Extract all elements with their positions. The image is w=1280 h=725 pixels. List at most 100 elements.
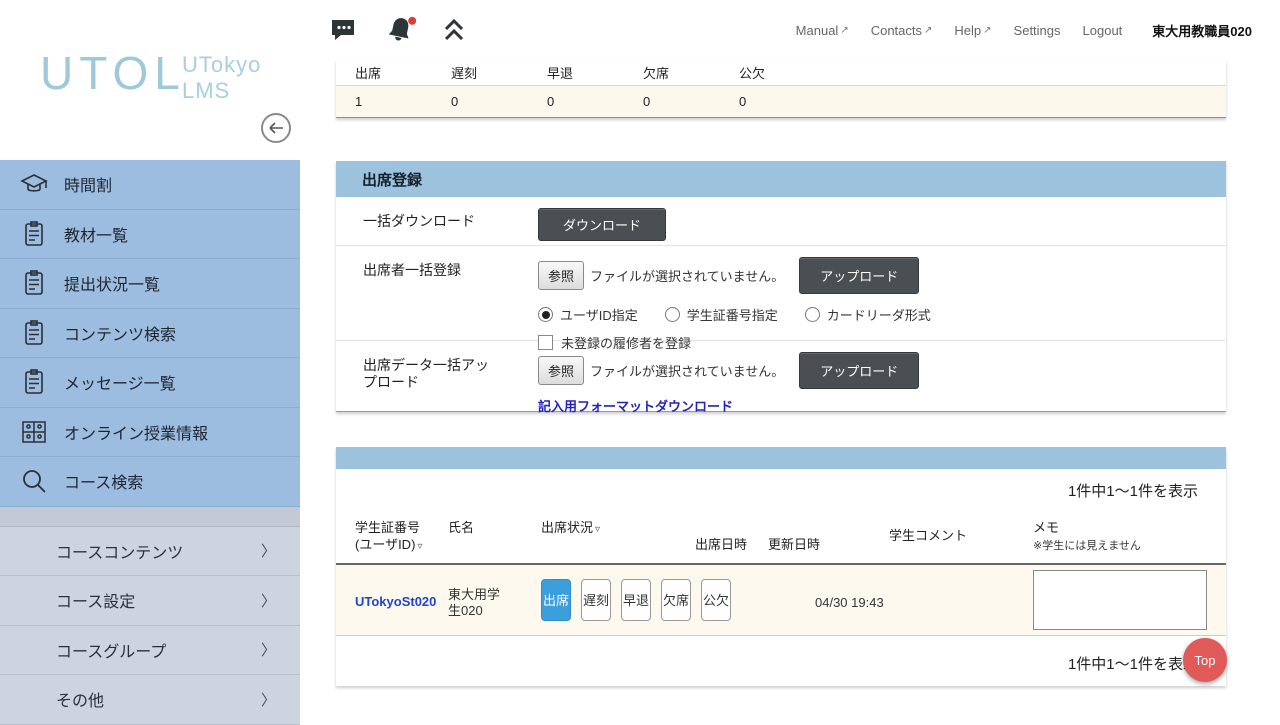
- chat-button[interactable]: [330, 18, 356, 42]
- students-table-section: 1件中1〜1件を表示 学生証番号 (ユーザID)▿ 氏名 出席状況▿ 出席日時 …: [336, 447, 1226, 686]
- status-button-present[interactable]: 出席: [541, 579, 571, 621]
- timetable-icon: [19, 169, 49, 199]
- scroll-to-top-button[interactable]: Top: [1183, 638, 1227, 682]
- column-header-status[interactable]: 出席状況▿: [530, 505, 688, 563]
- chevron-right-icon: 〉: [261, 639, 276, 660]
- status-button-absent[interactable]: 欠席: [661, 579, 691, 621]
- chevron-right-icon: 〉: [261, 689, 276, 710]
- sidebar-item-online-class[interactable]: オンライン授業情報: [0, 408, 300, 458]
- submissions-icon: [19, 268, 49, 298]
- download-button[interactable]: ダウンロード: [538, 208, 666, 241]
- status-button-early-leave[interactable]: 早退: [621, 579, 651, 621]
- bulk-register-row: 出席者一括登録 参照 ファイルが選択されていません。 アップロード ユーザID指…: [336, 246, 1226, 341]
- result-count-text: 1件中1〜1件を表示: [336, 469, 1226, 505]
- bulk-upload-row: 出席データ一括アップロード 参照 ファイルが選択されていません。 アップロード …: [336, 341, 1226, 411]
- table-header-bar: [336, 447, 1226, 469]
- sidebar-divider: [0, 507, 300, 527]
- format-download-link[interactable]: 記入用フォーマットダウンロード: [538, 396, 733, 415]
- summary-value: 0: [432, 86, 528, 117]
- summary-header: 出席: [336, 60, 432, 85]
- sidebar-item-course-contents[interactable]: コースコンテンツ 〉: [0, 527, 300, 577]
- summary-header: 遅刻: [432, 60, 528, 85]
- utol-logo-subtitle: UTokyo LMS: [182, 52, 261, 104]
- summary-value: 0: [528, 86, 624, 117]
- row-label: 出席者一括登録: [336, 246, 513, 340]
- no-file-selected-text: ファイルが選択されていません。: [590, 361, 784, 380]
- sidebar-item-contents-search[interactable]: コンテンツ検索: [0, 309, 300, 359]
- browse-file-button[interactable]: 参照: [538, 261, 584, 290]
- column-header-student-id[interactable]: 学生証番号 (ユーザID)▿: [336, 505, 440, 563]
- notifications-button[interactable]: [381, 11, 419, 49]
- contacts-link[interactable]: Contacts↗: [871, 23, 933, 38]
- sidebar-item-others[interactable]: その他 〉: [0, 675, 300, 725]
- sidebar-item-label: 教材一覧: [64, 222, 128, 246]
- updated-at-cell: 04/30 19:43: [760, 565, 880, 635]
- column-header-comment: 学生コメント: [880, 505, 1025, 563]
- student-id-link[interactable]: UTokyoSt020: [355, 594, 436, 609]
- sidebar-item-timetable[interactable]: 時間割: [0, 160, 300, 210]
- attendance-register-section: 出席登録 一括ダウンロード ダウンロード 出席者一括登録 参照 ファイルが選択さ…: [336, 161, 1226, 412]
- student-row: UTokyoSt020 東大用学生020 出席 遅刻 早退 欠席 公欠 04/3…: [336, 565, 1226, 636]
- memo-textarea[interactable]: [1033, 570, 1207, 630]
- chevron-right-icon: 〉: [261, 590, 276, 611]
- sidebar-item-messages[interactable]: メッセージ一覧: [0, 358, 300, 408]
- no-file-selected-text: ファイルが選択されていません。: [590, 266, 784, 285]
- notification-dot: [407, 16, 416, 25]
- row-label: 出席データ一括アップロード: [336, 341, 513, 411]
- summary-value-row: 1 0 0 0 0: [336, 86, 1226, 117]
- column-header-name: 氏名: [440, 505, 530, 563]
- collapse-header-button[interactable]: [444, 19, 464, 41]
- manual-link[interactable]: Manual↗: [796, 23, 849, 38]
- help-link[interactable]: Help↗: [954, 23, 991, 38]
- sidebar-item-label: オンライン授業情報: [64, 420, 208, 444]
- settings-link[interactable]: Settings: [1014, 23, 1061, 38]
- messages-icon: [19, 367, 49, 397]
- collapse-sidebar-button[interactable]: [261, 113, 291, 143]
- online-class-icon: [19, 417, 49, 447]
- upload-button[interactable]: アップロード: [799, 352, 919, 389]
- sidebar-item-label: コンテンツ検索: [64, 321, 176, 345]
- current-user-name: 東大用教職員020: [1152, 21, 1252, 40]
- summary-header-row: 出席 遅刻 早退 欠席 公欠: [336, 60, 1226, 86]
- attended-at-cell: [688, 565, 760, 635]
- sidebar-item-course-settings[interactable]: コース設定 〉: [0, 576, 300, 626]
- bulk-download-row: 一括ダウンロード ダウンロード: [336, 197, 1226, 246]
- radio-selected-icon: [538, 307, 553, 322]
- student-id-cell: UTokyoSt020: [336, 565, 440, 635]
- sidebar-item-submissions[interactable]: 提出状況一覧: [0, 259, 300, 309]
- logo-area: UTOL UTokyo LMS: [0, 0, 300, 160]
- external-link-icon: ↗: [924, 25, 932, 36]
- sidebar-item-label: 提出状況一覧: [64, 271, 160, 295]
- sort-icon: ▿: [417, 541, 422, 552]
- summary-header: 早退: [528, 60, 624, 85]
- logout-link[interactable]: Logout: [1083, 23, 1123, 38]
- summary-header: 公欠: [720, 60, 816, 85]
- summary-header: 欠席: [624, 60, 720, 85]
- back-arrow-icon: [268, 122, 284, 134]
- upload-button[interactable]: アップロード: [799, 257, 919, 294]
- radio-card-reader[interactable]: カードリーダ形式: [805, 305, 931, 324]
- sidebar: UTOL UTokyo LMS 時間割 教材一覧: [0, 0, 300, 720]
- students-table-header-row: 学生証番号 (ユーザID)▿ 氏名 出席状況▿ 出席日時 更新日時 学生コメント…: [336, 505, 1226, 565]
- sidebar-item-label: コース検索: [64, 469, 143, 493]
- column-header-updated-at: 更新日時: [760, 505, 880, 563]
- sidebar-item-course-group[interactable]: コースグループ 〉: [0, 626, 300, 676]
- column-header-memo: メモ ※学生には見えません: [1025, 505, 1226, 563]
- browse-file-button[interactable]: 参照: [538, 356, 584, 385]
- materials-icon: [19, 219, 49, 249]
- sidebar-item-label: 時間割: [64, 172, 112, 196]
- sidebar-item-course-search[interactable]: コース検索: [0, 457, 300, 507]
- attendance-summary-table: 出席 遅刻 早退 欠席 公欠 1 0 0 0 0: [336, 60, 1226, 118]
- sort-icon: ▿: [595, 524, 600, 535]
- double-chevron-up-icon: [444, 19, 464, 41]
- status-buttons-cell: 出席 遅刻 早退 欠席 公欠: [530, 565, 688, 635]
- course-search-icon: [19, 466, 49, 496]
- summary-value: 0: [720, 86, 816, 117]
- radio-student-number[interactable]: 学生証番号指定: [665, 305, 778, 324]
- radio-user-id[interactable]: ユーザID指定: [538, 305, 638, 324]
- status-button-late[interactable]: 遅刻: [581, 579, 611, 621]
- bell-icon: [381, 11, 419, 49]
- section-title: 出席登録: [336, 161, 1226, 197]
- radio-unselected-icon: [805, 307, 820, 322]
- sidebar-item-materials[interactable]: 教材一覧: [0, 210, 300, 260]
